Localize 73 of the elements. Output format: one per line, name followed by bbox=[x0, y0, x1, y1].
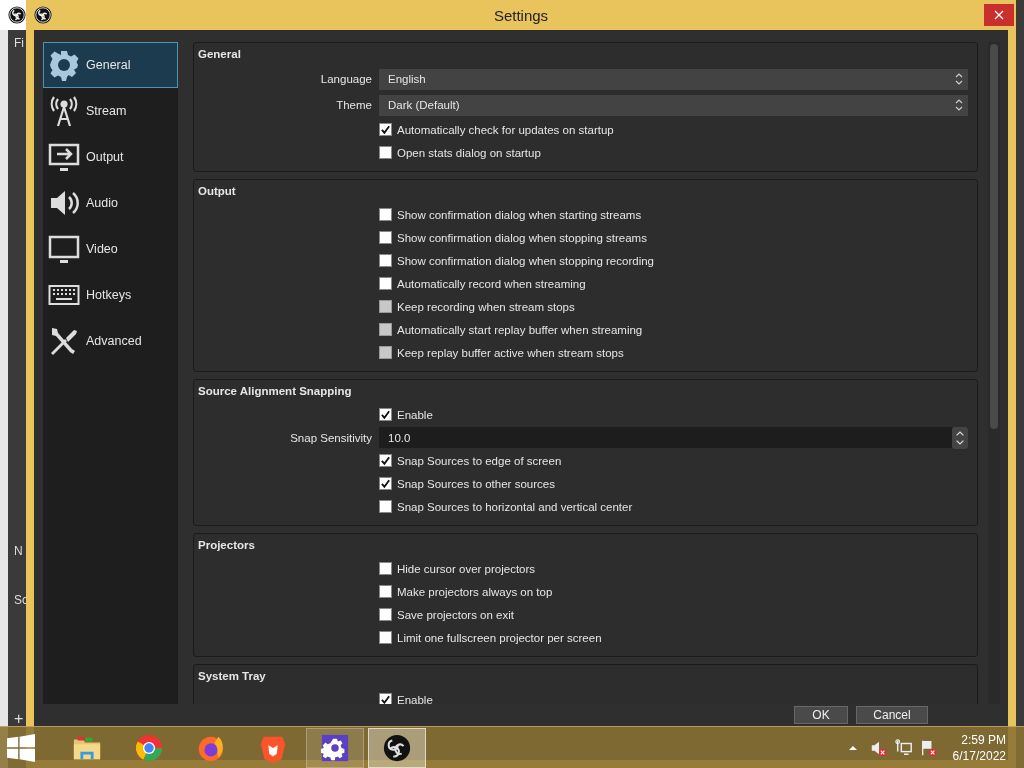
checkbox-label: Hide cursor over projectors bbox=[397, 562, 536, 575]
dropdown[interactable]: English bbox=[379, 68, 968, 90]
checkbox-label: Snap Sources to other sources bbox=[397, 477, 555, 490]
field-label: Snap Sensitivity bbox=[290, 431, 372, 444]
checkbox[interactable] bbox=[379, 500, 392, 513]
checkbox[interactable] bbox=[379, 254, 392, 267]
checkbox[interactable] bbox=[379, 562, 392, 575]
sidebar-item[interactable]: Audio bbox=[43, 180, 178, 226]
sidebar-item[interactable]: Video bbox=[43, 226, 178, 272]
checkbox-label: Automatically check for updates on startup bbox=[397, 123, 614, 136]
sidebar-item[interactable]: General bbox=[43, 42, 178, 88]
antenna-icon bbox=[48, 95, 80, 127]
checkbox-label: Enable bbox=[397, 693, 433, 704]
obs-logo-icon[interactable] bbox=[368, 727, 426, 768]
checkbox[interactable] bbox=[379, 477, 392, 490]
cancel-button[interactable]: Cancel bbox=[856, 706, 928, 724]
checkbox-label: Show confirmation dialog when stopping recording bbox=[397, 254, 654, 267]
spin-field[interactable]: 10.0 bbox=[379, 427, 952, 448]
clock-time[interactable]: 2:59 PM bbox=[961, 731, 1006, 748]
obs-logo-icon bbox=[8, 6, 26, 24]
checkbox[interactable] bbox=[379, 408, 392, 421]
group-title: General bbox=[198, 47, 241, 62]
checkbox-label: Show confirmation dialog when starting streams bbox=[397, 208, 642, 221]
group-title: System Tray bbox=[198, 669, 266, 684]
checkbox[interactable] bbox=[379, 277, 392, 290]
network-icon[interactable] bbox=[894, 738, 913, 757]
checkbox-label: Enable bbox=[397, 408, 433, 421]
panel-title: N bbox=[14, 544, 23, 558]
monitor-icon bbox=[48, 233, 80, 265]
sidebar-item[interactable]: Advanced bbox=[43, 318, 178, 364]
checkbox[interactable] bbox=[379, 123, 392, 136]
menu-item[interactable]: Fi bbox=[14, 36, 24, 50]
monitor-arrow-icon bbox=[48, 141, 80, 173]
add-button[interactable]: + bbox=[14, 710, 24, 728]
ok-button[interactable]: OK bbox=[794, 706, 848, 724]
checkbox[interactable] bbox=[379, 454, 392, 467]
group-title: Projectors bbox=[198, 538, 255, 553]
checkbox[interactable] bbox=[379, 693, 392, 704]
close-icon bbox=[994, 10, 1004, 20]
checkbox-label: Automatically start replay buffer when streaming bbox=[397, 323, 643, 336]
checkbox[interactable] bbox=[379, 231, 392, 244]
gear-icon[interactable] bbox=[306, 727, 364, 768]
sidebar-item[interactable]: Output bbox=[43, 134, 178, 180]
flag-icon[interactable] bbox=[919, 738, 938, 757]
group-title: Source Alignment Snapping bbox=[198, 384, 352, 399]
checkbox[interactable] bbox=[379, 208, 392, 221]
checkbox-label: Automatically record when streaming bbox=[397, 277, 586, 290]
checkbox-label: Keep replay buffer active when stream stops bbox=[397, 346, 624, 359]
clock-date[interactable]: 6/17/2022 bbox=[952, 747, 1006, 764]
gear-icon bbox=[48, 49, 80, 81]
field-label: Theme bbox=[336, 99, 372, 111]
checkbox[interactable] bbox=[379, 608, 392, 621]
group-title: Output bbox=[198, 184, 236, 199]
checkbox-label: Limit one fullscreen projector per screen bbox=[397, 631, 602, 644]
field-label: Language bbox=[320, 73, 372, 85]
checkbox[interactable] bbox=[379, 585, 392, 598]
checkbox-label: Save projectors on exit bbox=[397, 608, 514, 621]
checkbox[interactable] bbox=[379, 631, 392, 644]
close-button[interactable] bbox=[984, 4, 1014, 26]
sidebar-item[interactable]: Hotkeys bbox=[43, 272, 178, 318]
checkbox-label: Snap Sources to horizontal and vertical center bbox=[397, 500, 633, 513]
window-title: Settings bbox=[493, 6, 549, 24]
checkbox-label: Keep recording when stream stops bbox=[397, 300, 575, 313]
checkbox-label: Show confirmation dialog when stopping streams bbox=[397, 231, 647, 244]
sidebar-item[interactable]: Stream bbox=[43, 88, 178, 134]
checkbox-label: Make projectors always on top bbox=[397, 585, 553, 598]
checkbox-label: Open stats dialog on startup bbox=[397, 146, 541, 159]
checkbox-label: Snap Sources to edge of screen bbox=[397, 454, 562, 467]
checkbox[interactable] bbox=[379, 146, 392, 159]
obs-logo-icon bbox=[34, 6, 52, 24]
spin-buttons[interactable] bbox=[952, 426, 968, 449]
dropdown[interactable]: Dark (Default) bbox=[379, 94, 968, 116]
scrollbar[interactable] bbox=[988, 42, 1000, 704]
